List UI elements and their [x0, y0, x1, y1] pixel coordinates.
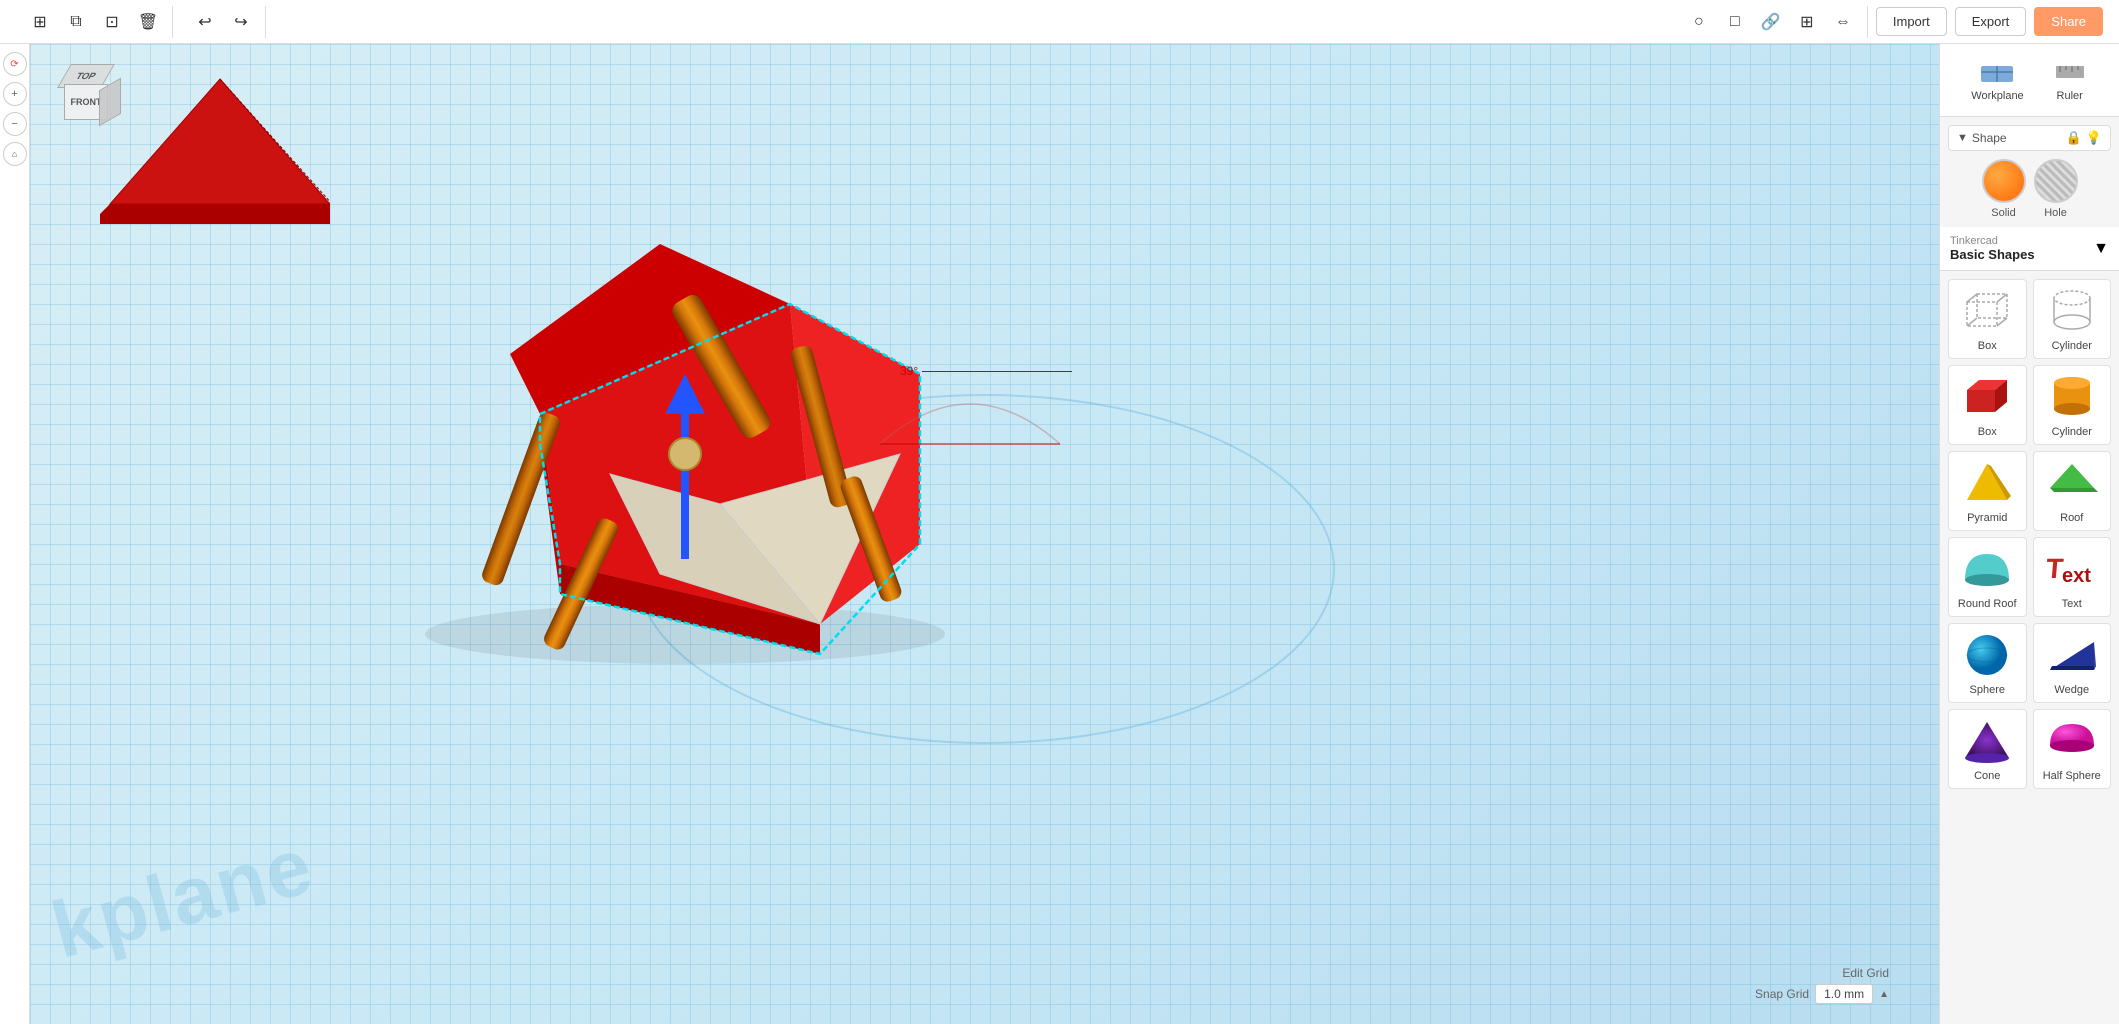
shape-item-box-red[interactable]: Box	[1948, 365, 2027, 445]
toolbar: ⊞ ⧉ ⊡ 🗑 ↩ ↪ ○ □ 🔗 ⊞ ⇔ Import Export Shar…	[0, 0, 2119, 44]
text-3d-icon: T ext	[2042, 544, 2102, 594]
half-sphere-icon	[2042, 716, 2102, 766]
tinkercad-title: Tinkercad	[1950, 235, 2035, 247]
shape-preview	[100, 74, 330, 234]
shape-item-roof[interactable]: Roof	[2033, 451, 2112, 531]
shapes-panel: Box Cylinder	[1940, 271, 2119, 797]
pyramid-icon	[1957, 458, 2017, 508]
roof-label: Roof	[2060, 512, 2083, 524]
cone-label: Cone	[1974, 770, 2000, 782]
shape-item-cylinder-wire[interactable]: Cylinder	[2033, 279, 2112, 359]
svg-text:ext: ext	[2062, 565, 2091, 587]
box-red-label: Box	[1978, 426, 1997, 438]
shapes-dropdown[interactable]: ▼	[2093, 240, 2109, 258]
shapes-library-title: Basic Shapes	[1950, 247, 2035, 262]
rotate-button[interactable]: ⟳	[3, 52, 27, 76]
home-button[interactable]: ⌂	[3, 142, 27, 166]
main-area: ⟳ + − ⌂ kplane TOP FRONT	[0, 44, 2119, 1024]
roof-icon	[2042, 458, 2102, 508]
cone-icon	[1957, 716, 2017, 766]
view-tabs: Workplane Ruler	[1940, 44, 2119, 117]
view-square-button[interactable]: □	[1719, 6, 1751, 38]
zoom-out-button[interactable]: −	[3, 112, 27, 136]
tinkercad-section: Tinkercad Basic Shapes ▼	[1940, 227, 2119, 271]
shape-item-text[interactable]: T ext Text	[2033, 537, 2112, 617]
arc-indicator	[870, 344, 1070, 544]
shape-item-round-roof[interactable]: Round Roof	[1948, 537, 2027, 617]
cylinder-orange-label: Cylinder	[2052, 426, 2092, 438]
view-tools: ○ □ 🔗 ⊞ ⇔	[1675, 6, 1868, 38]
box-wire-label: Box	[1978, 340, 1997, 352]
shape-item-cone[interactable]: Cone	[1948, 709, 2027, 789]
pyramid-label: Pyramid	[1967, 512, 2007, 524]
undo-button[interactable]: ↩	[189, 6, 221, 38]
workplane-icon	[1979, 58, 2015, 86]
sphere-icon	[1957, 630, 2017, 680]
view-link-button[interactable]: 🔗	[1755, 6, 1787, 38]
preview-svg	[100, 74, 330, 234]
solid-label: Solid	[1991, 207, 2015, 219]
shape-item-cylinder-orange[interactable]: Cylinder	[2033, 365, 2112, 445]
hole-circle	[2034, 159, 2078, 203]
new-button[interactable]: ⊞	[24, 6, 56, 38]
cylinder-wire-icon	[2042, 286, 2102, 336]
half-sphere-label: Half Sphere	[2043, 770, 2101, 782]
shape-panel-header: ▼ Shape 🔒 💡	[1948, 125, 2111, 151]
import-button[interactable]: Import	[1876, 7, 1947, 36]
bottom-bar: Edit Grid Snap Grid 1.0 mm ▲	[1755, 966, 1889, 1004]
text-3d-label: Text	[2062, 598, 2082, 610]
hole-button[interactable]: Hole	[2034, 159, 2078, 219]
tab-workplane[interactable]: Workplane	[1959, 52, 2035, 108]
wedge-label: Wedge	[2054, 684, 2089, 696]
copy-button[interactable]: ⧉	[60, 6, 92, 38]
snap-grid-label: Snap Grid	[1755, 987, 1809, 1001]
shape-item-wedge[interactable]: Wedge	[2033, 623, 2112, 703]
wedge-icon	[2042, 630, 2102, 680]
lightbulb-icon[interactable]: 💡	[2086, 130, 2102, 146]
box-red-icon	[1957, 372, 2017, 422]
history-tools: ↩ ↪	[181, 6, 266, 38]
shape-item-box-wire[interactable]: Box	[1948, 279, 2027, 359]
ruler-icon	[2052, 58, 2088, 86]
zoom-in-button[interactable]: +	[3, 82, 27, 106]
cylinder-wire-label: Cylinder	[2052, 340, 2092, 352]
tab-ruler-label: Ruler	[2057, 90, 2083, 102]
solid-circle	[1982, 159, 2026, 203]
shape-item-sphere[interactable]: Sphere	[1948, 623, 2027, 703]
viewport[interactable]: kplane TOP FRONT	[30, 44, 1939, 1024]
round-roof-label: Round Roof	[1958, 598, 2017, 610]
tab-workplane-label: Workplane	[1971, 90, 2023, 102]
solid-button[interactable]: Solid	[1982, 159, 2026, 219]
dropdown-arrow: ▼	[2093, 240, 2109, 258]
edit-grid-label[interactable]: Edit Grid	[1842, 966, 1889, 980]
delete-button[interactable]: 🗑	[132, 6, 164, 38]
snap-value[interactable]: 1.0 mm	[1815, 984, 1873, 1004]
box-wire-icon	[1957, 286, 2017, 336]
view-circle-button[interactable]: ○	[1683, 6, 1715, 38]
solid-hole-selector: Solid Hole	[1940, 159, 2119, 219]
shape-item-half-sphere[interactable]: Half Sphere	[2033, 709, 2112, 789]
shape-panel-arrow: ▼	[1957, 132, 1968, 144]
view-mirror-button[interactable]: ⇔	[1827, 6, 1859, 38]
shapes-grid: Box Cylinder	[1948, 279, 2111, 789]
left-panel: ⟳ + − ⌂	[0, 44, 30, 1024]
snap-grid: Snap Grid 1.0 mm ▲	[1755, 984, 1889, 1004]
sphere-label: Sphere	[1970, 684, 2005, 696]
round-roof-icon	[1957, 544, 2017, 594]
redo-button[interactable]: ↪	[225, 6, 257, 38]
file-tools: ⊞ ⧉ ⊡ 🗑	[16, 6, 173, 38]
cylinder-orange-icon	[2042, 372, 2102, 422]
lock-icon[interactable]: 🔒	[2066, 130, 2082, 146]
share-button[interactable]: Share	[2034, 7, 2103, 36]
tinkercad-info: Tinkercad Basic Shapes	[1950, 235, 2035, 262]
shape-item-pyramid[interactable]: Pyramid	[1948, 451, 2027, 531]
hole-label: Hole	[2044, 207, 2067, 219]
duplicate-button[interactable]: ⊡	[96, 6, 128, 38]
export-button[interactable]: Export	[1955, 7, 2027, 36]
snap-arrow[interactable]: ▲	[1879, 989, 1889, 1000]
shape-panel-title-label: Shape	[1972, 131, 2007, 145]
view-grid-button[interactable]: ⊞	[1791, 6, 1823, 38]
tab-ruler[interactable]: Ruler	[2040, 52, 2100, 108]
right-panel: Workplane Ruler ▼ Shape	[1939, 44, 2119, 1024]
